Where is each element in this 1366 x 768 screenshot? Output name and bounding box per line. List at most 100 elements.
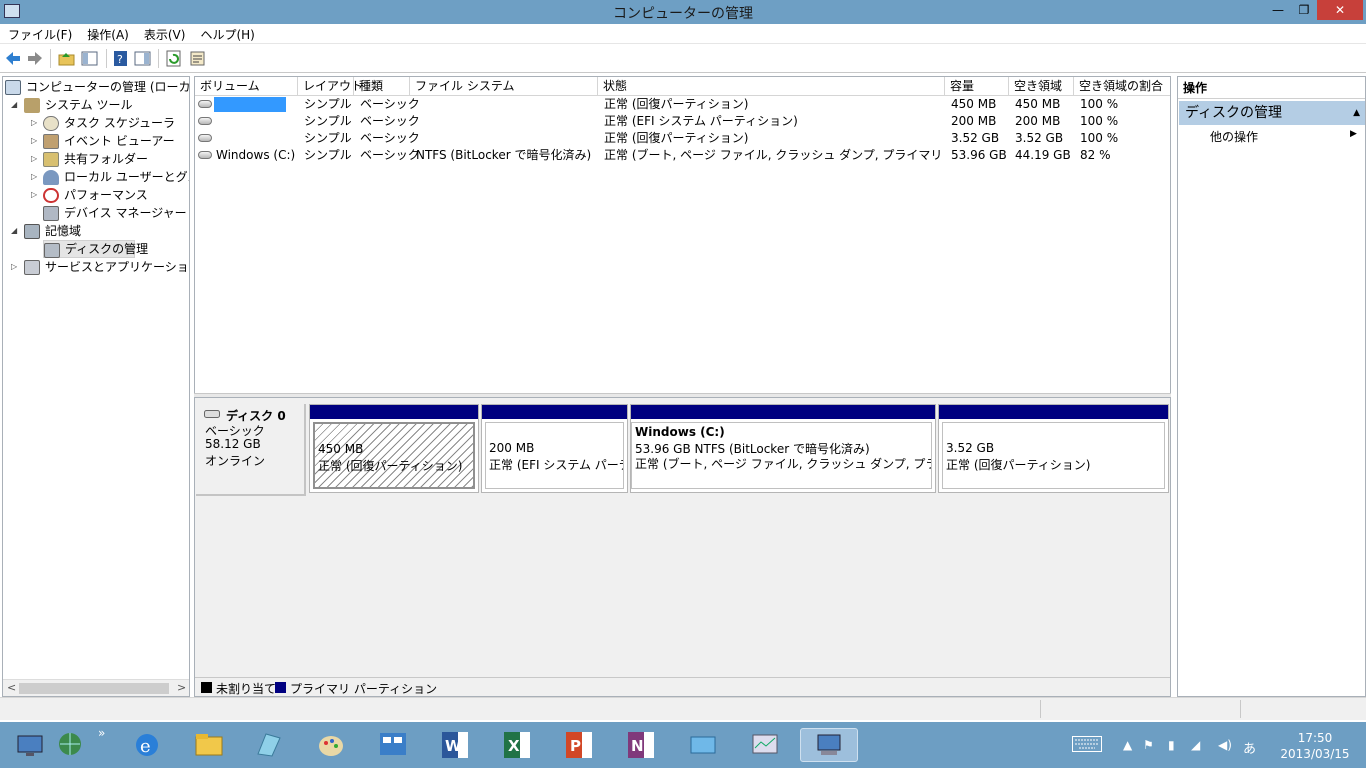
partition-recovery-1[interactable]: 450 MB 正常 (回復パーティション) bbox=[309, 404, 479, 493]
taskbar: » e W X P N ▲ ⚑ ▮ ◢ ◀) あ 17:50 2013/03/1… bbox=[0, 722, 1366, 768]
services-icon bbox=[24, 260, 40, 275]
expand-arrow-icon[interactable]: ▷ bbox=[31, 114, 41, 132]
menu-file[interactable]: ファイル(F) bbox=[0, 24, 79, 43]
column-layout[interactable]: レイアウト bbox=[298, 77, 363, 96]
expand-arrow-icon[interactable]: ▷ bbox=[31, 150, 41, 168]
partition-recovery-2[interactable]: 3.52 GB 正常 (回復パーティション) bbox=[938, 404, 1169, 493]
column-filesystem[interactable]: ファイル システム bbox=[410, 77, 598, 96]
wifi-signal-icon[interactable]: ◢ bbox=[1191, 738, 1200, 752]
back-arrow-icon[interactable] bbox=[4, 50, 22, 67]
touch-keyboard-icon[interactable] bbox=[1072, 736, 1102, 755]
snipping-tool-icon[interactable] bbox=[252, 728, 286, 762]
menu-action[interactable]: 操作(A) bbox=[79, 24, 136, 43]
partition-content: Windows (C:) 53.96 GB NTFS (BitLocker で暗… bbox=[631, 422, 932, 489]
help-icon[interactable]: ? bbox=[112, 50, 130, 67]
title-bar[interactable]: コンピューターの管理 — ❐ ✕ bbox=[0, 0, 1366, 24]
network-globe-icon[interactable] bbox=[54, 728, 88, 762]
close-button[interactable]: ✕ bbox=[1317, 0, 1363, 20]
performance-icon bbox=[43, 188, 59, 203]
legend: 未割り当て プライマリ パーティション bbox=[195, 677, 1170, 696]
volume-list: ボリューム レイアウト 種類 ファイル システム 状態 容量 空き領域 空き領域… bbox=[194, 76, 1171, 394]
collapse-arrow-icon[interactable]: ◢ bbox=[11, 96, 21, 114]
cell-status: 正常 (ブート, ページ ファイル, クラッシュ ダンプ, プライマリ パーティ… bbox=[604, 148, 945, 162]
file-explorer-icon[interactable] bbox=[192, 728, 226, 762]
tree-label: デバイス マネージャー bbox=[64, 206, 187, 220]
svg-text:W: W bbox=[445, 737, 462, 755]
console-tree: コンピューターの管理 (ローカル) ◢ システム ツール ▷ タスク スケジュー… bbox=[2, 76, 190, 697]
selected-volume-name[interactable] bbox=[214, 97, 286, 112]
tree-horizontal-scrollbar[interactable]: < > bbox=[3, 679, 189, 696]
paint-icon[interactable] bbox=[314, 728, 348, 762]
computer-icon[interactable] bbox=[14, 728, 48, 762]
table-row[interactable]: シンプル ベーシック 正常 (回復パーティション) 450 MB 450 MB … bbox=[195, 96, 1170, 113]
minimize-button[interactable]: — bbox=[1264, 0, 1292, 20]
cell-free: 3.52 GB bbox=[1015, 131, 1064, 145]
word-icon[interactable]: W bbox=[438, 728, 472, 762]
remote-desktop-icon[interactable] bbox=[686, 728, 720, 762]
forward-arrow-icon[interactable] bbox=[26, 50, 44, 67]
action-center-flag-icon[interactable]: ⚑ bbox=[1143, 738, 1154, 752]
status-divider bbox=[1040, 700, 1041, 718]
actions-section-disk-management[interactable]: ディスクの管理 ▲ bbox=[1179, 101, 1365, 125]
toolbar: ? bbox=[0, 45, 1366, 73]
show-hide-tree-icon[interactable] bbox=[81, 50, 99, 67]
column-type[interactable]: 種類 bbox=[354, 77, 410, 96]
column-capacity[interactable]: 容量 bbox=[945, 77, 1009, 96]
tree-disk-management[interactable]: ディスクの管理 bbox=[43, 240, 148, 258]
cell-capacity: 450 MB bbox=[951, 97, 997, 111]
partition-efi[interactable]: 200 MB 正常 (EFI システム パーティ bbox=[481, 404, 628, 493]
collapse-arrow-icon[interactable]: ◢ bbox=[11, 222, 21, 240]
tree-label: イベント ビューアー bbox=[64, 134, 175, 148]
svg-text:?: ? bbox=[117, 53, 123, 66]
partition-bar bbox=[310, 405, 478, 419]
legend-unallocated-swatch bbox=[201, 682, 212, 693]
menu-help[interactable]: ヘルプ(H) bbox=[192, 24, 261, 43]
collapse-up-icon[interactable]: ▲ bbox=[1353, 101, 1360, 125]
show-hidden-icons[interactable]: ▲ bbox=[1123, 738, 1132, 752]
properties-icon[interactable] bbox=[189, 50, 207, 67]
event-viewer-icon bbox=[43, 134, 59, 149]
table-row[interactable]: シンプル ベーシック 正常 (EFI システム パーティション) 200 MB … bbox=[195, 113, 1170, 130]
overflow-chevron-icon[interactable]: » bbox=[98, 726, 105, 740]
table-row[interactable]: シンプル ベーシック 正常 (回復パーティション) 3.52 GB 3.52 G… bbox=[195, 130, 1170, 147]
more-actions-item[interactable]: 他の操作 bbox=[1210, 128, 1258, 145]
maximize-button[interactable]: ❐ bbox=[1290, 0, 1318, 20]
scroll-left-icon[interactable]: < bbox=[7, 681, 16, 694]
submenu-arrow-icon[interactable]: ▶ bbox=[1350, 129, 1357, 139]
menu-view[interactable]: 表示(V) bbox=[136, 24, 193, 43]
cell-capacity: 200 MB bbox=[951, 114, 997, 128]
column-free-space[interactable]: 空き領域 bbox=[1009, 77, 1074, 96]
excel-icon[interactable]: X bbox=[500, 728, 534, 762]
clock[interactable]: 17:50 2013/03/15 bbox=[1270, 730, 1360, 762]
partition-windows-c[interactable]: Windows (C:) 53.96 GB NTFS (BitLocker で暗… bbox=[630, 404, 936, 493]
column-status[interactable]: 状態 bbox=[598, 77, 945, 96]
powerpoint-icon[interactable]: P bbox=[562, 728, 596, 762]
computer-management-taskbar-button[interactable] bbox=[800, 728, 858, 762]
scrollbar-thumb[interactable] bbox=[19, 683, 169, 694]
expand-arrow-icon[interactable]: ▷ bbox=[31, 186, 41, 204]
column-volume[interactable]: ボリューム bbox=[195, 77, 298, 96]
expand-arrow-icon[interactable]: ▷ bbox=[11, 258, 21, 276]
refresh-icon[interactable] bbox=[165, 50, 183, 67]
column-free-percent[interactable]: 空き領域の割合 bbox=[1074, 77, 1170, 96]
disk-0-info[interactable]: ディスク 0 ベーシック 58.12 GB オンライン bbox=[196, 404, 306, 496]
table-row[interactable]: Windows (C:) シンプル ベーシック NTFS (BitLocker … bbox=[195, 147, 1170, 164]
battery-icon[interactable]: ▮ bbox=[1168, 738, 1175, 752]
control-panel-icon[interactable] bbox=[376, 728, 410, 762]
partition-content: 3.52 GB 正常 (回復パーティション) bbox=[942, 422, 1165, 489]
cell-volume bbox=[209, 113, 215, 130]
status-divider bbox=[1240, 700, 1241, 718]
volume-speaker-icon[interactable]: ◀) bbox=[1218, 738, 1232, 752]
expand-arrow-icon[interactable]: ▷ bbox=[31, 132, 41, 150]
cell-percent: 100 % bbox=[1080, 131, 1119, 145]
legend-primary-swatch bbox=[275, 682, 286, 693]
onenote-icon[interactable]: N bbox=[624, 728, 658, 762]
up-folder-icon[interactable] bbox=[58, 50, 76, 67]
internet-explorer-icon[interactable]: e bbox=[130, 728, 164, 762]
expand-arrow-icon[interactable]: ▷ bbox=[31, 168, 41, 186]
hard-disk-icon bbox=[204, 408, 220, 422]
scroll-right-icon[interactable]: > bbox=[177, 681, 186, 694]
ime-indicator[interactable]: あ bbox=[1243, 738, 1256, 757]
show-action-pane-icon[interactable] bbox=[134, 50, 152, 67]
performance-monitor-icon[interactable] bbox=[748, 728, 782, 762]
